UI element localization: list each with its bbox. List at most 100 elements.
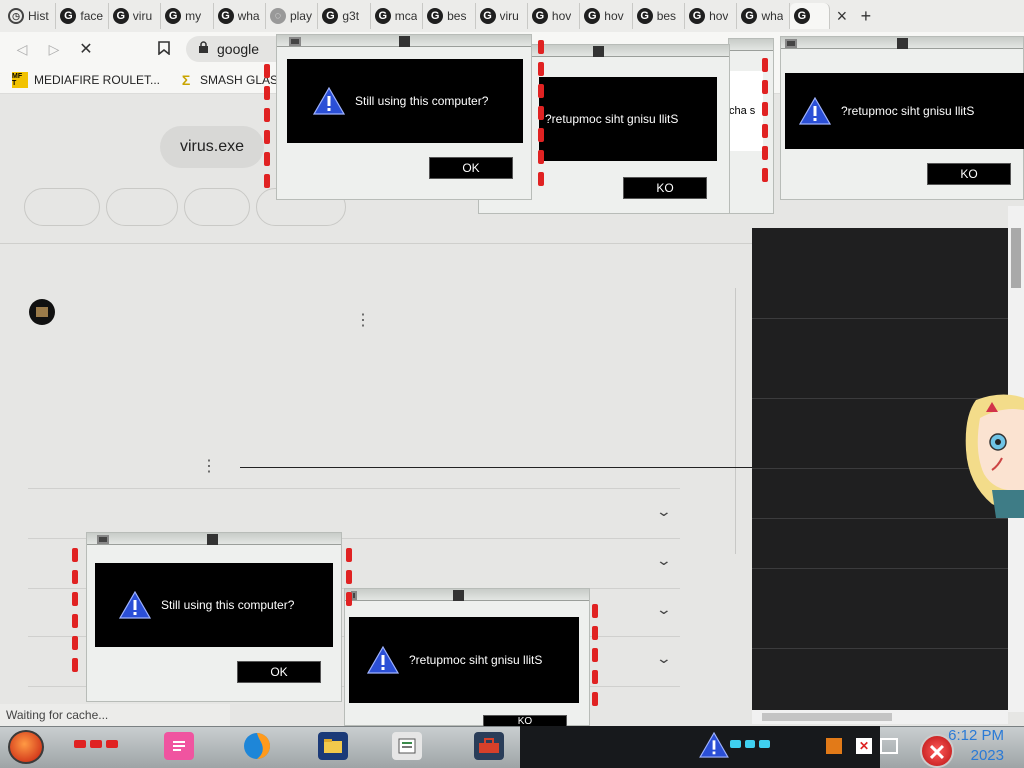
google-icon: G <box>741 8 758 24</box>
warning-icon <box>799 97 831 125</box>
warning-icon <box>313 87 345 115</box>
file-explorer-icon[interactable] <box>318 732 348 760</box>
google-icon: G <box>374 8 391 24</box>
divider <box>0 243 752 244</box>
mediafire-icon: MF T <box>12 71 28 88</box>
clock-date: 2023 <box>970 747 1004 764</box>
decor-dashes <box>730 740 771 748</box>
dialog-message: Still using this computer? <box>355 94 489 108</box>
history-icon: ◷ <box>8 8 24 24</box>
browser-tab[interactable]: Gviru <box>476 3 528 29</box>
document-icon[interactable] <box>392 732 422 760</box>
toolbox-icon[interactable] <box>474 732 504 760</box>
back-button[interactable]: ◁ <box>10 38 34 60</box>
chevron-down-icon[interactable]: ⌄ <box>656 601 672 618</box>
forward-button[interactable]: ▷ <box>42 38 66 60</box>
browser-tab[interactable]: ◌ play <box>266 3 319 29</box>
decor-dashes <box>538 40 544 186</box>
browser-tab[interactable]: Gwha <box>737 3 790 29</box>
more-options-icon[interactable]: ⋮ <box>201 459 217 475</box>
ok-button[interactable]: OK <box>237 661 321 683</box>
ko-button[interactable]: KO <box>623 177 707 199</box>
filter-pill[interactable] <box>106 188 178 226</box>
browser-tab[interactable]: Gface <box>56 3 109 29</box>
network-icon[interactable] <box>880 738 898 754</box>
google-icon: G <box>322 8 339 24</box>
google-icon: G <box>479 8 496 24</box>
dialog-message-panel: Still using this computer? <box>95 563 333 647</box>
browser-tab[interactable]: Gbes <box>633 3 686 29</box>
browser-tab[interactable]: Gbes <box>423 3 476 29</box>
system-clock[interactable]: 6:12 PM 2023 <box>938 726 1018 768</box>
google-icon: G <box>60 8 77 24</box>
tab-title: hov <box>709 9 729 23</box>
filter-pill[interactable] <box>24 188 100 226</box>
dialog-message-panel: ?retupmoc siht gnisu llitS <box>349 617 579 703</box>
search-chip[interactable]: virus.exe <box>160 126 264 168</box>
tab-title: face <box>80 9 104 23</box>
warning-icon <box>119 591 151 619</box>
tray-app-icon[interactable] <box>826 738 842 754</box>
tab-title: bes <box>447 9 467 23</box>
new-tab-button[interactable]: + <box>854 4 878 28</box>
status-text: Waiting for cache... <box>0 704 230 726</box>
filter-pill[interactable] <box>184 188 250 226</box>
google-icon: G <box>689 8 706 24</box>
start-button[interactable] <box>8 730 44 764</box>
close-tab-icon[interactable]: × <box>830 4 854 28</box>
active-browser-tab[interactable]: G <box>789 3 830 29</box>
browser-tab[interactable]: Gmca <box>371 3 424 29</box>
avatar[interactable] <box>29 299 55 325</box>
dialog-message: ?retupmoc siht gnisu llitS <box>841 104 975 118</box>
browser-tab[interactable]: Ghov <box>528 3 581 29</box>
horizontal-scrollbar[interactable] <box>752 710 1008 724</box>
tab-title: wha <box>761 9 784 23</box>
decor-dashes <box>346 548 352 606</box>
decor-dashes <box>264 64 270 188</box>
browser-tab[interactable]: Gg3t <box>318 3 371 29</box>
chevron-down-icon[interactable]: ⌄ <box>656 503 672 520</box>
more-options-icon[interactable]: ⋮ <box>355 313 371 329</box>
google-icon: G <box>427 8 444 24</box>
dialog-message-panel: ?retupmoc siht gnisu llitS <box>785 73 1024 149</box>
browser-tab[interactable]: Gviru <box>109 3 162 29</box>
volume-muted-icon[interactable]: ✕ <box>856 738 872 754</box>
tab-strip: ◷ Hist Gface Gviru Gmy Gwha ◌ play Gg3t Gmca Gbes G… <box>0 0 1024 32</box>
browser-tab[interactable]: Ghov <box>685 3 738 29</box>
bookmark-icon <box>158 40 170 58</box>
bookmark-mediafire[interactable]: MF T MEDIAFIRE ROULET... <box>12 71 161 88</box>
tab-title: hov <box>604 9 624 23</box>
dialog-message: ?retupmoc siht gnisu llitS <box>545 112 679 126</box>
ko-button[interactable]: KO <box>927 163 1011 185</box>
bookmark-label: MEDIAFIRE ROULET... <box>34 72 161 87</box>
clock-time: 6:12 PM <box>948 727 1004 744</box>
google-icon: G <box>217 8 234 24</box>
dialog-message: Still using this computer? <box>161 598 295 612</box>
bookmark-button[interactable] <box>152 38 176 60</box>
tab-title: hov <box>551 9 572 23</box>
google-icon: G <box>165 8 182 24</box>
divider <box>735 288 736 554</box>
decor-dashes <box>72 548 78 672</box>
smash-icon: Σ <box>181 71 191 88</box>
google-icon: G <box>636 8 653 24</box>
notes-app-icon[interactable] <box>164 732 194 760</box>
chevron-down-icon[interactable]: ⌄ <box>656 650 672 667</box>
browser-tab[interactable]: Gwha <box>214 3 266 29</box>
firefox-icon[interactable] <box>242 732 272 760</box>
google-icon: G <box>531 8 548 24</box>
loading-icon: ◌ <box>269 8 286 24</box>
chevron-down-icon[interactable]: ⌄ <box>656 552 672 569</box>
tab-title: play <box>289 9 312 23</box>
decor-dashes <box>74 740 118 748</box>
warning-icon <box>698 731 730 761</box>
dialog-window: Still using this computer? OK <box>86 532 342 702</box>
ok-button[interactable]: OK <box>429 157 513 179</box>
stop-button[interactable]: ✕ <box>74 38 98 60</box>
forward-arrow-icon: ▷ <box>48 40 60 57</box>
tab-title: bes <box>656 9 677 23</box>
browser-tab[interactable]: Gmy <box>161 3 214 29</box>
browser-tab[interactable]: Ghov <box>580 3 633 29</box>
tab-title: viru <box>132 9 153 23</box>
browser-tab[interactable]: ◷ Hist <box>4 3 57 29</box>
